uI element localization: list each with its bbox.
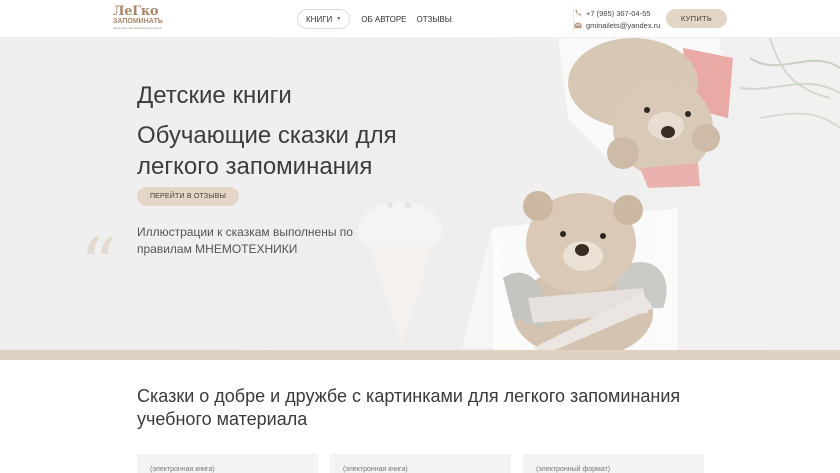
book-card[interactable]: (электронная книга): [330, 454, 511, 473]
teddy-bear-image-bottom: [493, 191, 678, 350]
quote-mark-icon: “: [80, 223, 117, 307]
book-card[interactable]: (электронный формат): [523, 454, 704, 473]
nav-books-label: КНИГИ: [306, 14, 333, 24]
logo-main-text: ЛеГко: [113, 4, 159, 19]
phone-text: +7 (985) 367-04-55: [586, 8, 651, 18]
chevron-down-icon: ▼: [336, 16, 342, 22]
hero-section: “: [0, 38, 840, 350]
nav-reviews-link[interactable]: ОТЗЫВЫ: [417, 15, 452, 24]
go-to-reviews-button[interactable]: ПЕРЕЙТИ В ОТЗЫВЫ: [137, 187, 239, 206]
main-nav: КНИГИ ▼ ОБ АВТОРЕ ОТЗЫВЫ: [297, 9, 452, 29]
logo-tagline: серия книг запоминалок для детей: [113, 26, 162, 30]
ice-cream-decoration: [358, 202, 442, 345]
nav-about-link[interactable]: ОБ АВТОРЕ: [361, 15, 406, 24]
section-title: Сказки о добре и дружбе с картинками для…: [137, 386, 681, 429]
book-card-format: (электронная книга): [150, 466, 215, 473]
book-card[interactable]: (электронная книга): [137, 454, 318, 473]
phone-icon: [574, 9, 582, 17]
hero-title: Детские книги: [137, 82, 292, 109]
email-text: gminailets@yandex.ru: [586, 20, 661, 30]
hero-description: Иллюстрации к сказкам выполнены по прави…: [137, 225, 353, 256]
book-card-format: (электронная книга): [343, 466, 408, 473]
teddy-bear-image-top: [558, 38, 733, 188]
email-contact[interactable]: gminailets@yandex.ru: [574, 19, 660, 31]
phone-contact[interactable]: +7 (985) 367-04-55: [574, 7, 660, 19]
hero-bottom-stripe: [0, 350, 840, 360]
book-card-format: (электронный формат): [536, 466, 611, 473]
contacts: +7 (985) 367-04-55 gminailets@yandex.ru: [573, 7, 660, 33]
hero-subtitle: Обучающие сказки для легкого запоминания: [137, 122, 397, 180]
book-cards: (электронная книга) (электронная книга) …: [137, 454, 704, 473]
mail-icon: [574, 21, 582, 29]
logo[interactable]: ЛеГко ЗАПОМИНАТЬ серия книг запоминалок …: [113, 4, 165, 32]
buy-button[interactable]: КУПИТЬ: [666, 9, 727, 28]
nav-books-dropdown[interactable]: КНИГИ ▼: [297, 9, 351, 29]
plant-decoration: [739, 38, 840, 129]
logo-sub-text: ЗАПОМИНАТЬ: [113, 18, 163, 25]
site-header: ЛеГко ЗАПОМИНАТЬ серия книг запоминалок …: [0, 0, 840, 38]
